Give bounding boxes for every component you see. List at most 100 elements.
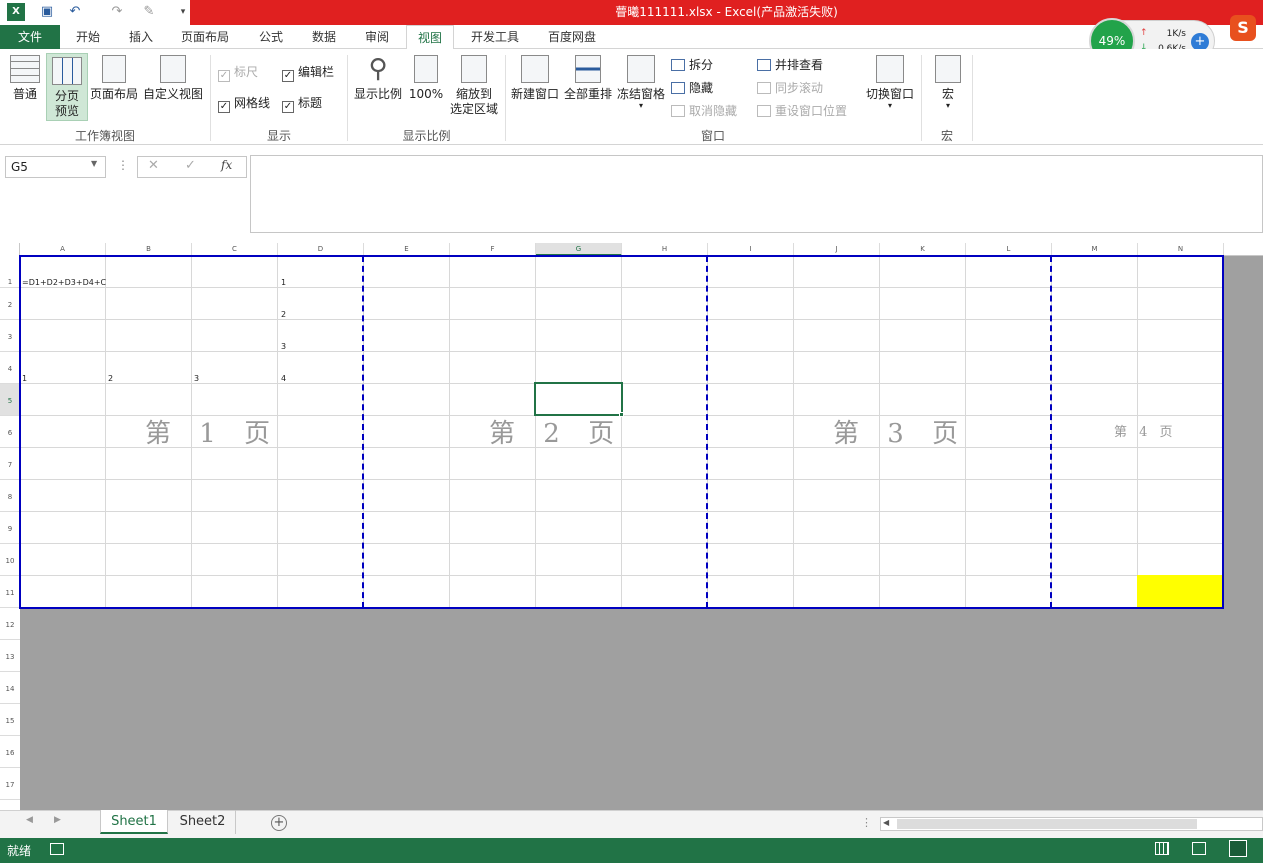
page-break-3[interactable] [1050,256,1052,608]
row-header-5[interactable]: 5 [0,384,20,416]
new-window-button[interactable]: 新建窗口 [509,55,561,119]
row-header-17[interactable]: 17 [0,768,20,800]
split-button[interactable]: 拆分 [671,57,713,73]
row-header-2[interactable]: 2 [0,288,20,320]
tab-formulas[interactable]: 公式 [247,25,295,49]
tab-review[interactable]: 审阅 [353,25,401,49]
check-icon: ✓ [282,70,294,82]
page-break-1[interactable] [362,256,364,608]
page-layout-view-button[interactable]: 页面布局 [89,55,139,119]
zoom-100-label: 100% [408,87,444,101]
tab-insert[interactable]: 插入 [117,25,165,49]
side-by-side-button[interactable]: 并排查看 [757,57,823,73]
row-header-8[interactable]: 8 [0,480,20,512]
row-header-15[interactable]: 15 [0,704,20,736]
scrollbar-thumb[interactable] [897,819,1197,829]
active-cell-g5[interactable] [534,382,623,416]
cancel-icon[interactable]: ✕ [148,158,159,173]
magnifier-icon: ⚲ [368,54,388,84]
tab-page-layout[interactable]: 页面布局 [172,25,238,49]
formula-options-icon[interactable]: ⋮ [117,158,129,172]
row-header-13[interactable]: 13 [0,640,20,672]
row-header-4[interactable]: 4 [0,352,20,384]
row-header-3[interactable]: 3 [0,320,20,352]
save-icon[interactable]: ▣ [38,3,56,21]
arrange-all-button[interactable]: 全部重排 [562,55,614,119]
row-header-12[interactable]: 12 [0,608,20,640]
macros-button[interactable]: 宏 ▾ [928,55,968,123]
row-header-16[interactable]: 16 [0,736,20,768]
page-break-preview-label-1: 分页 [54,89,79,103]
zoom-button[interactable]: ⚲ 显示比例 [352,55,404,119]
group-separator [505,55,506,141]
scroll-next-sheet-icon[interactable]: ▶ [54,815,61,825]
page-label-4: 第 4 页 [1114,425,1177,440]
split-icon [671,59,685,71]
row-header-11[interactable]: 11 [0,576,20,608]
row-header-7[interactable]: 7 [0,448,20,480]
splitter-handle-icon[interactable]: ⋮ [861,816,872,829]
group-macros: 宏 [940,129,953,143]
redo-icon[interactable]: ↷ [108,3,126,21]
sogou-icon[interactable]: S [1230,15,1256,41]
cell-d4[interactable]: 4 [281,374,286,383]
tab-baidu-pan[interactable]: 百度网盘 [537,25,607,49]
reset-position-button[interactable]: 重设窗口位置 [757,103,847,119]
ruler-checkbox[interactable]: ✓ 标尺 [218,64,258,82]
sheet-tab-sheet1[interactable]: Sheet1 [100,810,168,834]
row-header-14[interactable]: 14 [0,672,20,704]
custom-views-button[interactable]: 自定义视图 [142,55,204,119]
zoom-to-selection-button[interactable]: 缩放到 选定区域 [448,55,500,123]
scroll-prev-sheet-icon[interactable]: ◀ [26,815,33,825]
freeze-panes-button[interactable]: 冻结窗格 ▾ [615,55,667,123]
cell-d2[interactable]: 2 [281,310,286,319]
sheet-tab-sheet2[interactable]: Sheet2 [170,810,236,834]
switch-windows-button[interactable]: 切换窗口 ▾ [863,55,917,123]
tab-developer[interactable]: 开发工具 [462,25,528,49]
page-break-preview-button[interactable]: 分页 预览 [46,53,88,121]
page-break-status-icon[interactable] [1229,840,1247,857]
excel-logo-icon: X [7,3,25,21]
normal-view-status-icon[interactable] [1155,842,1169,855]
row-header-10[interactable]: 10 [0,544,20,576]
name-box-dropdown-icon[interactable]: ▼ [91,159,97,168]
format-painter-icon[interactable]: ✎ [140,3,158,21]
tab-home[interactable]: 开始 [64,25,112,49]
tab-view[interactable]: 视图 [406,25,454,50]
tab-file[interactable]: 文件 [0,25,60,49]
cell-d1[interactable]: 1 [281,278,286,287]
row-header-6[interactable]: 6 [0,416,20,448]
normal-view-icon [10,55,40,83]
sync-scroll-button[interactable]: 同步滚动 [757,80,823,96]
page-layout-status-icon[interactable] [1192,842,1206,855]
row-header-9[interactable]: 9 [0,512,20,544]
scroll-left-icon[interactable]: ◀ [883,818,889,827]
cell-c4[interactable]: 3 [194,374,199,383]
arrange-all-icon [575,55,601,83]
headings-checkbox[interactable]: ✓ 标题 [282,95,322,113]
insert-function-icon[interactable]: fx [221,158,232,172]
zoom-100-button[interactable]: 100% [406,55,446,119]
gridlines-checkbox[interactable]: ✓ 网格线 [218,95,270,113]
row-header-1[interactable]: 1 [0,256,20,288]
enter-icon[interactable]: ✓ [185,158,196,173]
page-break-2[interactable] [706,256,708,608]
select-all-corner[interactable] [0,243,20,256]
chevron-down-icon: ▾ [945,101,950,110]
add-sheet-icon[interactable]: + [271,815,287,831]
cell-a1[interactable]: =D1+D2+D3+D4+C4+B [22,278,106,287]
formula-input[interactable] [250,155,1263,233]
unhide-button[interactable]: 取消隐藏 [671,103,737,119]
fill-handle[interactable] [619,412,624,417]
normal-view-button[interactable]: 普通 [5,55,45,119]
macro-record-icon[interactable] [50,843,64,855]
cell-a4[interactable]: 1 [22,374,27,383]
chevron-down-icon: ▾ [638,101,643,110]
cell-b4[interactable]: 2 [108,374,113,383]
page-break-preview-icon [52,57,82,85]
tab-data[interactable]: 数据 [300,25,348,49]
formula-bar-checkbox[interactable]: ✓ 编辑栏 [282,64,334,82]
undo-icon[interactable]: ↶ [66,3,84,21]
cell-d3[interactable]: 3 [281,342,286,351]
hide-button[interactable]: 隐藏 [671,80,713,96]
